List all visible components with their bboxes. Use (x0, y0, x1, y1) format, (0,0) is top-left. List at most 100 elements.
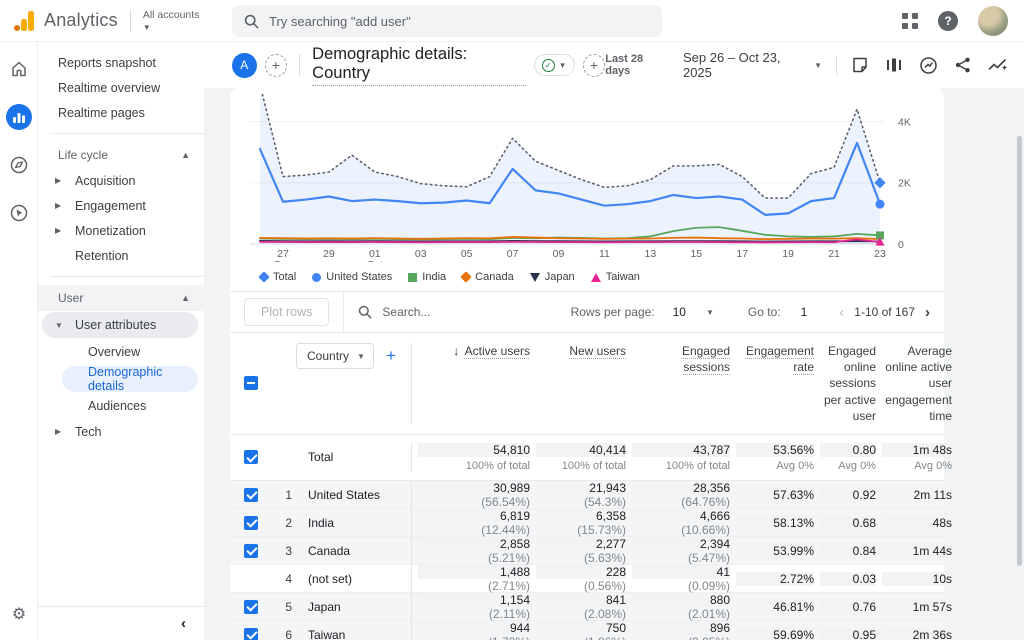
sidebar-item-user-attributes[interactable]: ▼User attributes (42, 312, 198, 338)
chevron-down-icon: ▼ (143, 23, 200, 33)
chevron-down-icon: ▼ (357, 352, 365, 361)
row-checkbox[interactable] (244, 516, 258, 530)
sidebar-item-acquisition[interactable]: ▶Acquisition (38, 168, 204, 193)
sidebar-item-demographic-details[interactable]: Demographic details (62, 366, 198, 392)
chevron-collapsed-icon: ▶ (55, 176, 75, 185)
table-row[interactable]: 6Taiwan944 (1.72%)750 (1.86%)896 (2.05%)… (230, 621, 944, 640)
column-header-4[interactable]: Engagement rate (730, 343, 814, 375)
sidebar-item-engagement[interactable]: ▶Engagement (38, 193, 204, 218)
column-header-3[interactable]: Engaged sessions (626, 343, 730, 375)
plot-rows-button[interactable]: Plot rows (244, 298, 329, 326)
country-name: Japan (294, 600, 341, 614)
reports-icon[interactable] (6, 104, 32, 130)
account-switcher[interactable]: All accounts ▼ (143, 9, 200, 32)
sidebar-item-monetization[interactable]: ▶Monetization (38, 218, 204, 243)
nav-section-user[interactable]: User▲ (38, 285, 204, 311)
column-header-5[interactable]: Engaged online sessions per active user (814, 343, 876, 424)
insights-clock-icon[interactable] (919, 56, 938, 75)
help-icon[interactable]: ? (938, 11, 958, 31)
table-search-input[interactable]: Search... (358, 305, 430, 319)
chevron-up-icon: ▲ (181, 150, 190, 160)
legend-item-japan[interactable]: Japan (530, 271, 575, 283)
column-header-6[interactable]: Average online active user engagement ti… (876, 343, 952, 424)
dimension-selector[interactable]: Country▼ (296, 343, 374, 369)
table-row[interactable]: 3Canada2,858 (5.21%)2,277 (5.63%)2,394 (… (230, 537, 944, 565)
sidebar-item-reports-snapshot[interactable]: Reports snapshot (38, 50, 204, 75)
table-controls: Plot rows Search... Rows per page: 10 ▼ … (230, 291, 944, 333)
row-checkbox[interactable] (244, 628, 258, 640)
svg-text:09: 09 (553, 248, 565, 260)
nav-section-life-cycle[interactable]: Life cycle▲ (38, 142, 204, 168)
row-checkbox[interactable] (244, 488, 258, 502)
global-search-input[interactable]: Try searching "add user" (232, 5, 662, 37)
select-all-checkbox[interactable] (244, 376, 258, 390)
vertical-scrollbar[interactable] (1017, 136, 1022, 566)
svg-text:21: 21 (828, 248, 840, 260)
explore-icon[interactable] (6, 152, 32, 178)
svg-text:17: 17 (736, 248, 748, 260)
row-checkbox[interactable] (244, 450, 258, 464)
add-filter-button[interactable]: + (583, 54, 606, 77)
chevron-down-icon[interactable]: ▼ (706, 308, 714, 317)
table-row[interactable]: 1United States30,989 (56.54%)21,943 (54.… (230, 481, 944, 509)
sparkline-insights-icon[interactable] (988, 56, 1008, 74)
date-range-picker[interactable]: Sep 26 – Oct 23, 2025 ▼ (683, 50, 822, 80)
diamond-marker-icon (460, 271, 471, 282)
sidebar-item-realtime-pages[interactable]: Realtime pages (38, 100, 204, 125)
legend-item-united-states[interactable]: United States (312, 271, 392, 283)
column-header-1[interactable]: ↓ Active users (412, 343, 530, 359)
timeseries-chart[interactable]: 4K2K027Sep2901Oct0305070911131517192123 … (230, 94, 944, 285)
sidebar-item-retention[interactable]: Retention (38, 243, 204, 268)
legend-item-total[interactable]: Total (260, 271, 296, 283)
circle-marker-icon (312, 273, 321, 282)
rows-per-page-select[interactable]: 10 (673, 305, 686, 319)
svg-text:19: 19 (782, 248, 794, 260)
previous-page-button[interactable]: ‹ (839, 304, 844, 321)
icon-rail: ⚙ (0, 42, 38, 640)
collapse-sidebar-button[interactable]: ‹ (181, 615, 186, 632)
comparison-icon[interactable] (885, 56, 903, 74)
sidebar-item-tech[interactable]: ▶Tech (38, 419, 204, 444)
table-row[interactable]: 2India6,819 (12.44%)6,358 (15.73%)4,666 … (230, 509, 944, 537)
analytics-logo-icon (14, 11, 36, 31)
svg-text:13: 13 (645, 248, 657, 260)
share-icon[interactable] (954, 56, 972, 74)
user-avatar[interactable] (978, 6, 1008, 36)
row-checkbox[interactable] (244, 544, 258, 558)
totals-row: Total54,810100% of total40,414100% of to… (230, 435, 944, 481)
apps-grid-icon[interactable] (902, 13, 918, 29)
country-name: (not set) (294, 572, 352, 586)
legend-item-india[interactable]: India (408, 271, 446, 283)
rows-per-page-label: Rows per page: (571, 305, 655, 319)
add-dimension-button[interactable]: + (386, 346, 396, 366)
legend-item-canada[interactable]: Canada (462, 271, 514, 283)
advertising-icon[interactable] (6, 200, 32, 226)
svg-text:0: 0 (898, 239, 904, 251)
svg-text:29: 29 (323, 248, 335, 260)
column-header-2[interactable]: New users (530, 343, 626, 359)
admin-gear-icon[interactable]: ⚙ (0, 604, 38, 624)
chevron-collapsed-icon: ▶ (55, 201, 75, 210)
chevron-collapsed-icon: ▶ (55, 427, 75, 436)
legend-item-taiwan[interactable]: Taiwan (591, 271, 640, 283)
next-page-button[interactable]: › (925, 304, 930, 321)
country-name: United States (294, 488, 380, 502)
home-icon[interactable] (6, 56, 32, 82)
table-row[interactable]: 4(not set)1,488 (2.71%)228 (0.56%)41 (0.… (230, 565, 944, 593)
chart-legend: Total United States India Canada Japan Taiwan (232, 267, 944, 285)
divider (343, 291, 344, 333)
notes-icon[interactable] (851, 56, 869, 74)
table-row[interactable]: 5Japan1,154 (2.11%)841 (2.08%)880 (2.01%… (230, 593, 944, 621)
country-name: Canada (294, 544, 350, 558)
report-status-badge[interactable]: ✓ ▼ (534, 54, 575, 76)
go-to-input[interactable]: 1 (801, 305, 808, 319)
add-comparison-button[interactable]: + (265, 54, 288, 77)
sidebar-item-audiences[interactable]: Audiences (38, 393, 204, 419)
sort-desc-icon: ↓ (453, 344, 462, 358)
property-avatar[interactable]: A (232, 53, 257, 78)
svg-text:23: 23 (874, 248, 886, 260)
sidebar-item-realtime-overview[interactable]: Realtime overview (38, 75, 204, 100)
sidebar-item-overview[interactable]: Overview (38, 339, 204, 365)
page-title[interactable]: Demographic details: Country (312, 45, 526, 86)
row-checkbox[interactable] (244, 600, 258, 614)
